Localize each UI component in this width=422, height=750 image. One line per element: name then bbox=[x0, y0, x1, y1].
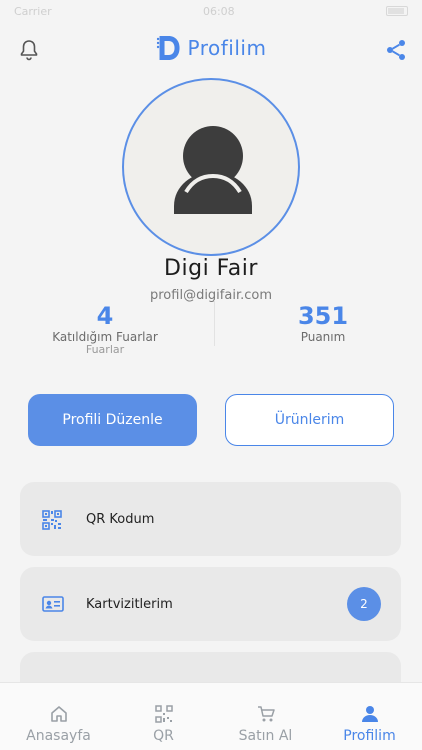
qr-code-icon bbox=[42, 510, 64, 530]
fairs-label-overflow: Fuarlar bbox=[85, 343, 125, 356]
points-stat: 351 Puanım bbox=[223, 300, 422, 344]
cart-icon bbox=[257, 705, 275, 723]
tab-label: QR bbox=[153, 728, 174, 744]
menu-item-business-cards[interactable]: Kartvizitlerim 2 bbox=[20, 567, 401, 641]
points-count: 351 bbox=[297, 302, 349, 330]
qr-code-icon bbox=[154, 705, 173, 723]
points-label: Puanım bbox=[300, 330, 346, 344]
fairs-count: 4 bbox=[96, 302, 114, 330]
id-card-icon bbox=[42, 595, 64, 613]
fairs-label: Katıldığım Fuarlar bbox=[52, 330, 158, 344]
share-icon[interactable] bbox=[384, 38, 408, 62]
bottom-tab-bar: Anasayfa QR Satın Al Profilim bbox=[0, 682, 422, 750]
app-brand: Profilim bbox=[156, 33, 267, 63]
count-badge: 2 bbox=[347, 587, 381, 621]
home-icon bbox=[50, 705, 68, 723]
user-silhouette-icon bbox=[174, 126, 252, 214]
avatar[interactable] bbox=[122, 78, 300, 256]
menu-item-label: QR Kodum bbox=[86, 511, 155, 527]
status-bar: Carrier 06:08 bbox=[0, 0, 422, 22]
profile-name: Digi Fair bbox=[164, 256, 258, 281]
digifair-logo-icon bbox=[156, 36, 180, 60]
page-title: Profilim bbox=[187, 36, 267, 60]
tab-qr[interactable]: QR bbox=[111, 683, 216, 750]
clock: 06:08 bbox=[202, 4, 235, 18]
tab-home[interactable]: Anasayfa bbox=[6, 683, 111, 750]
notifications-bell-icon[interactable] bbox=[17, 38, 41, 62]
stats-divider bbox=[214, 300, 215, 346]
tab-label: Satın Al bbox=[238, 728, 293, 744]
carrier-label: Carrier bbox=[14, 4, 52, 18]
person-icon bbox=[361, 705, 379, 723]
top-app-bar: Profilim bbox=[0, 30, 422, 70]
tab-label: Anasayfa bbox=[26, 728, 91, 744]
my-products-button[interactable]: Ürünlerim bbox=[225, 394, 394, 446]
tab-label: Profilim bbox=[343, 728, 396, 744]
menu-item-qr-code[interactable]: QR Kodum bbox=[20, 482, 401, 556]
menu-item-label: Kartvizitlerim bbox=[86, 596, 173, 612]
edit-profile-button[interactable]: Profili Düzenle bbox=[28, 394, 197, 446]
tab-profile[interactable]: Profilim bbox=[317, 683, 422, 750]
battery-icon bbox=[385, 6, 408, 16]
fairs-attended-stat: 4 Katıldığım Fuarlar Fuarlar bbox=[5, 300, 205, 356]
tab-buy[interactable]: Satın Al bbox=[213, 683, 318, 750]
